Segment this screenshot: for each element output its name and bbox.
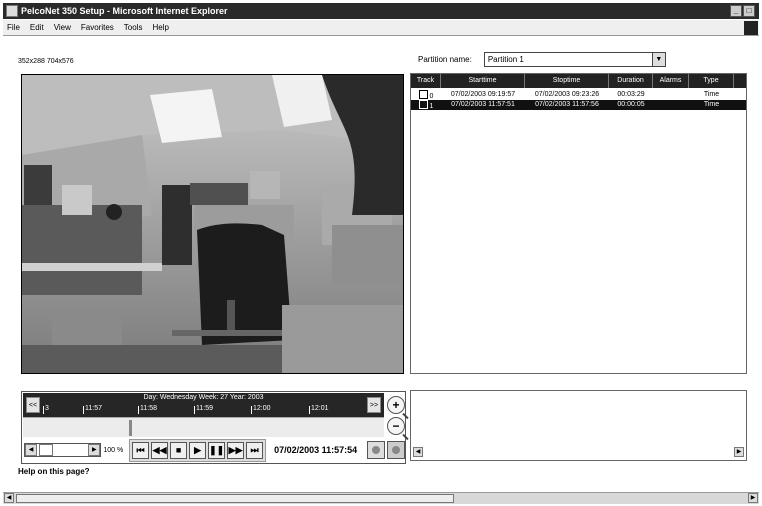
timeline-next-button[interactable]: >> (367, 397, 381, 413)
play-icon[interactable]: ▶ (189, 441, 207, 459)
scroll-left-arrow-icon[interactable]: ◀ (413, 447, 423, 457)
timeline-tick: 11:57 (85, 405, 102, 412)
windows-logo-icon (744, 21, 758, 35)
event-info-panel: ◀ ▶ (410, 390, 747, 461)
ie-window-icon (6, 5, 18, 17)
window-titlebar: PelcoNet 350 Setup - Microsoft Internet … (3, 3, 759, 19)
timeline-tick: 11:59 (196, 405, 213, 412)
row-type: Time (703, 91, 720, 98)
page-scroll-right-icon[interactable]: ▶ (748, 493, 758, 503)
menu-view[interactable]: View (54, 23, 71, 32)
zoom-out-icon[interactable]: − (387, 417, 405, 435)
col-stoptime[interactable]: Stoptime (525, 74, 609, 88)
skip-to-start-icon[interactable]: ⏮ (132, 441, 150, 459)
col-duration[interactable]: Duration (609, 74, 653, 88)
maximize-icon[interactable]: □ (743, 5, 755, 17)
timeline-tick: 11:58 (140, 405, 157, 412)
playback-datetime: 07/02/2003 11:57:54 (274, 445, 358, 455)
row-starttime: 07/02/2003 09:19:57 (450, 91, 516, 98)
zoom-in-icon[interactable]: + (387, 396, 405, 414)
col-alarms[interactable]: Alarms (653, 74, 689, 88)
speed-slider-thumb[interactable] (39, 444, 53, 456)
timeline-day-label: Day: Wednesday Week: 27 Year: 2003 (143, 394, 264, 401)
page-scroll-left-icon[interactable]: ◀ (4, 493, 14, 503)
chevron-down-icon[interactable]: ▼ (651, 53, 665, 66)
minimize-icon[interactable]: _ (730, 5, 742, 17)
stop-icon[interactable]: ■ (170, 441, 188, 459)
partition-value: Partition 1 (487, 55, 524, 64)
track-list: Track Starttime Stoptime Duration Alarms… (410, 73, 747, 374)
row-track: 1 (411, 100, 441, 110)
timeline-recording-band[interactable] (23, 417, 384, 437)
camera-video-view[interactable] (21, 74, 404, 374)
transport-buttons: ⏮ ◀◀ ■ ▶ ❚❚ ▶▶ ⏭ (129, 438, 267, 462)
menu-help[interactable]: Help (152, 23, 168, 32)
partition-dropdown[interactable]: Partition 1 ▼ (483, 52, 666, 67)
pause-icon[interactable]: ❚❚ (208, 441, 226, 459)
menu-favorites[interactable]: Favorites (81, 23, 114, 32)
speed-right-arrow-icon[interactable]: ▶ (88, 444, 101, 456)
film-icon (418, 100, 428, 109)
table-row[interactable]: 0 07/02/2003 09:19:57 07/02/2003 09:23:2… (411, 90, 746, 100)
page-horizontal-scrollbar[interactable]: ◀ ▶ (3, 492, 759, 504)
row-alarms (653, 90, 689, 100)
col-starttime[interactable]: Starttime (441, 74, 525, 88)
col-type[interactable]: Type (689, 74, 734, 88)
record-icon[interactable] (367, 441, 386, 459)
timeline-strip[interactable]: << Day: Wednesday Week: 27 Year: 2003 3 … (23, 393, 384, 417)
timeline-tick: 12:00 (253, 405, 271, 412)
scroll-right-arrow-icon[interactable]: ▶ (734, 447, 744, 457)
row-stoptime: 07/02/2003 11:57:56 (535, 101, 599, 108)
page-scroll-thumb[interactable] (16, 494, 454, 503)
col-track[interactable]: Track (411, 74, 441, 88)
menu-tools[interactable]: Tools (124, 23, 143, 32)
row-track: 0 (411, 90, 441, 100)
resolution-links: 352x288 704x576 (18, 58, 74, 65)
window-title: PelcoNet 350 Setup - Microsoft Internet … (21, 6, 228, 16)
row-duration: 00:00:05 (617, 101, 645, 108)
camera-frame-image (22, 75, 403, 373)
menu-bar: File Edit View Favorites Tools Help (3, 20, 759, 36)
row-alarms (653, 100, 689, 110)
row-starttime: 07/02/2003 11:57:51 (451, 101, 515, 108)
menu-file[interactable]: File (7, 23, 20, 32)
film-icon (418, 90, 428, 99)
skip-to-end-icon[interactable]: ⏭ (246, 441, 264, 459)
timeline-position-cursor[interactable] (129, 420, 132, 436)
resolution-352x288-link[interactable]: 352x288 (18, 58, 45, 65)
rewind-icon[interactable]: ◀◀ (151, 441, 169, 459)
timeline-tick: 12:01 (311, 405, 329, 412)
help-link[interactable]: Help on this page? (18, 467, 90, 476)
snapshot-icon[interactable] (387, 441, 405, 459)
timeline-panel: << Day: Wednesday Week: 27 Year: 2003 3 … (21, 391, 406, 464)
track-table-header: Track Starttime Stoptime Duration Alarms… (411, 74, 746, 88)
table-row-selected[interactable]: 1 07/02/2003 11:57:51 07/02/2003 11:57:5… (411, 100, 746, 110)
row-stoptime: 07/02/2003 09:23:26 (534, 91, 600, 98)
partition-selector: Partition name: Partition 1 ▼ (418, 52, 666, 67)
timeline-tick: 3 (45, 405, 49, 412)
row-type: Time (703, 101, 720, 108)
fast-forward-icon[interactable]: ▶▶ (227, 441, 245, 459)
playback-controls: ◀ ▶ 100 % ⏮ ◀◀ ■ ▶ ❚❚ ▶▶ ⏭ 07/02/2003 11… (23, 438, 405, 462)
resolution-704x576-link[interactable]: 704x576 (47, 58, 74, 65)
menu-edit[interactable]: Edit (30, 23, 44, 32)
row-duration: 00:03:29 (617, 91, 645, 98)
speed-left-arrow-icon[interactable]: ◀ (25, 444, 37, 456)
speed-slider[interactable]: ◀ ▶ (24, 443, 102, 457)
speed-percent: 100 % (103, 446, 124, 454)
partition-label: Partition name: (418, 55, 472, 64)
